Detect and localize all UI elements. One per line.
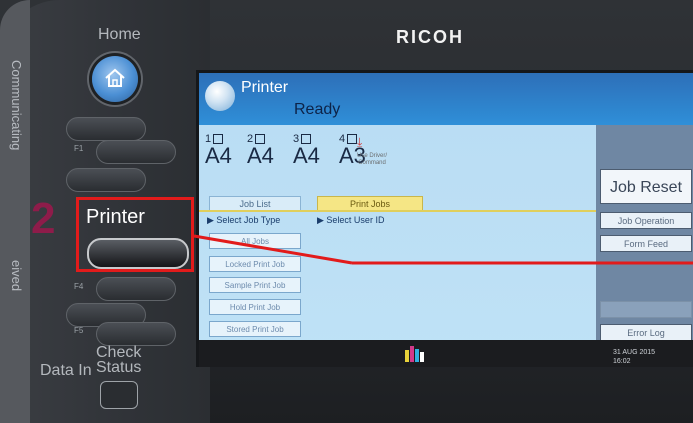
printer-control-panel: Communicating eived RICOH Home F1 F4 F5 … [0,0,693,423]
highlight-arrow [193,234,693,265]
